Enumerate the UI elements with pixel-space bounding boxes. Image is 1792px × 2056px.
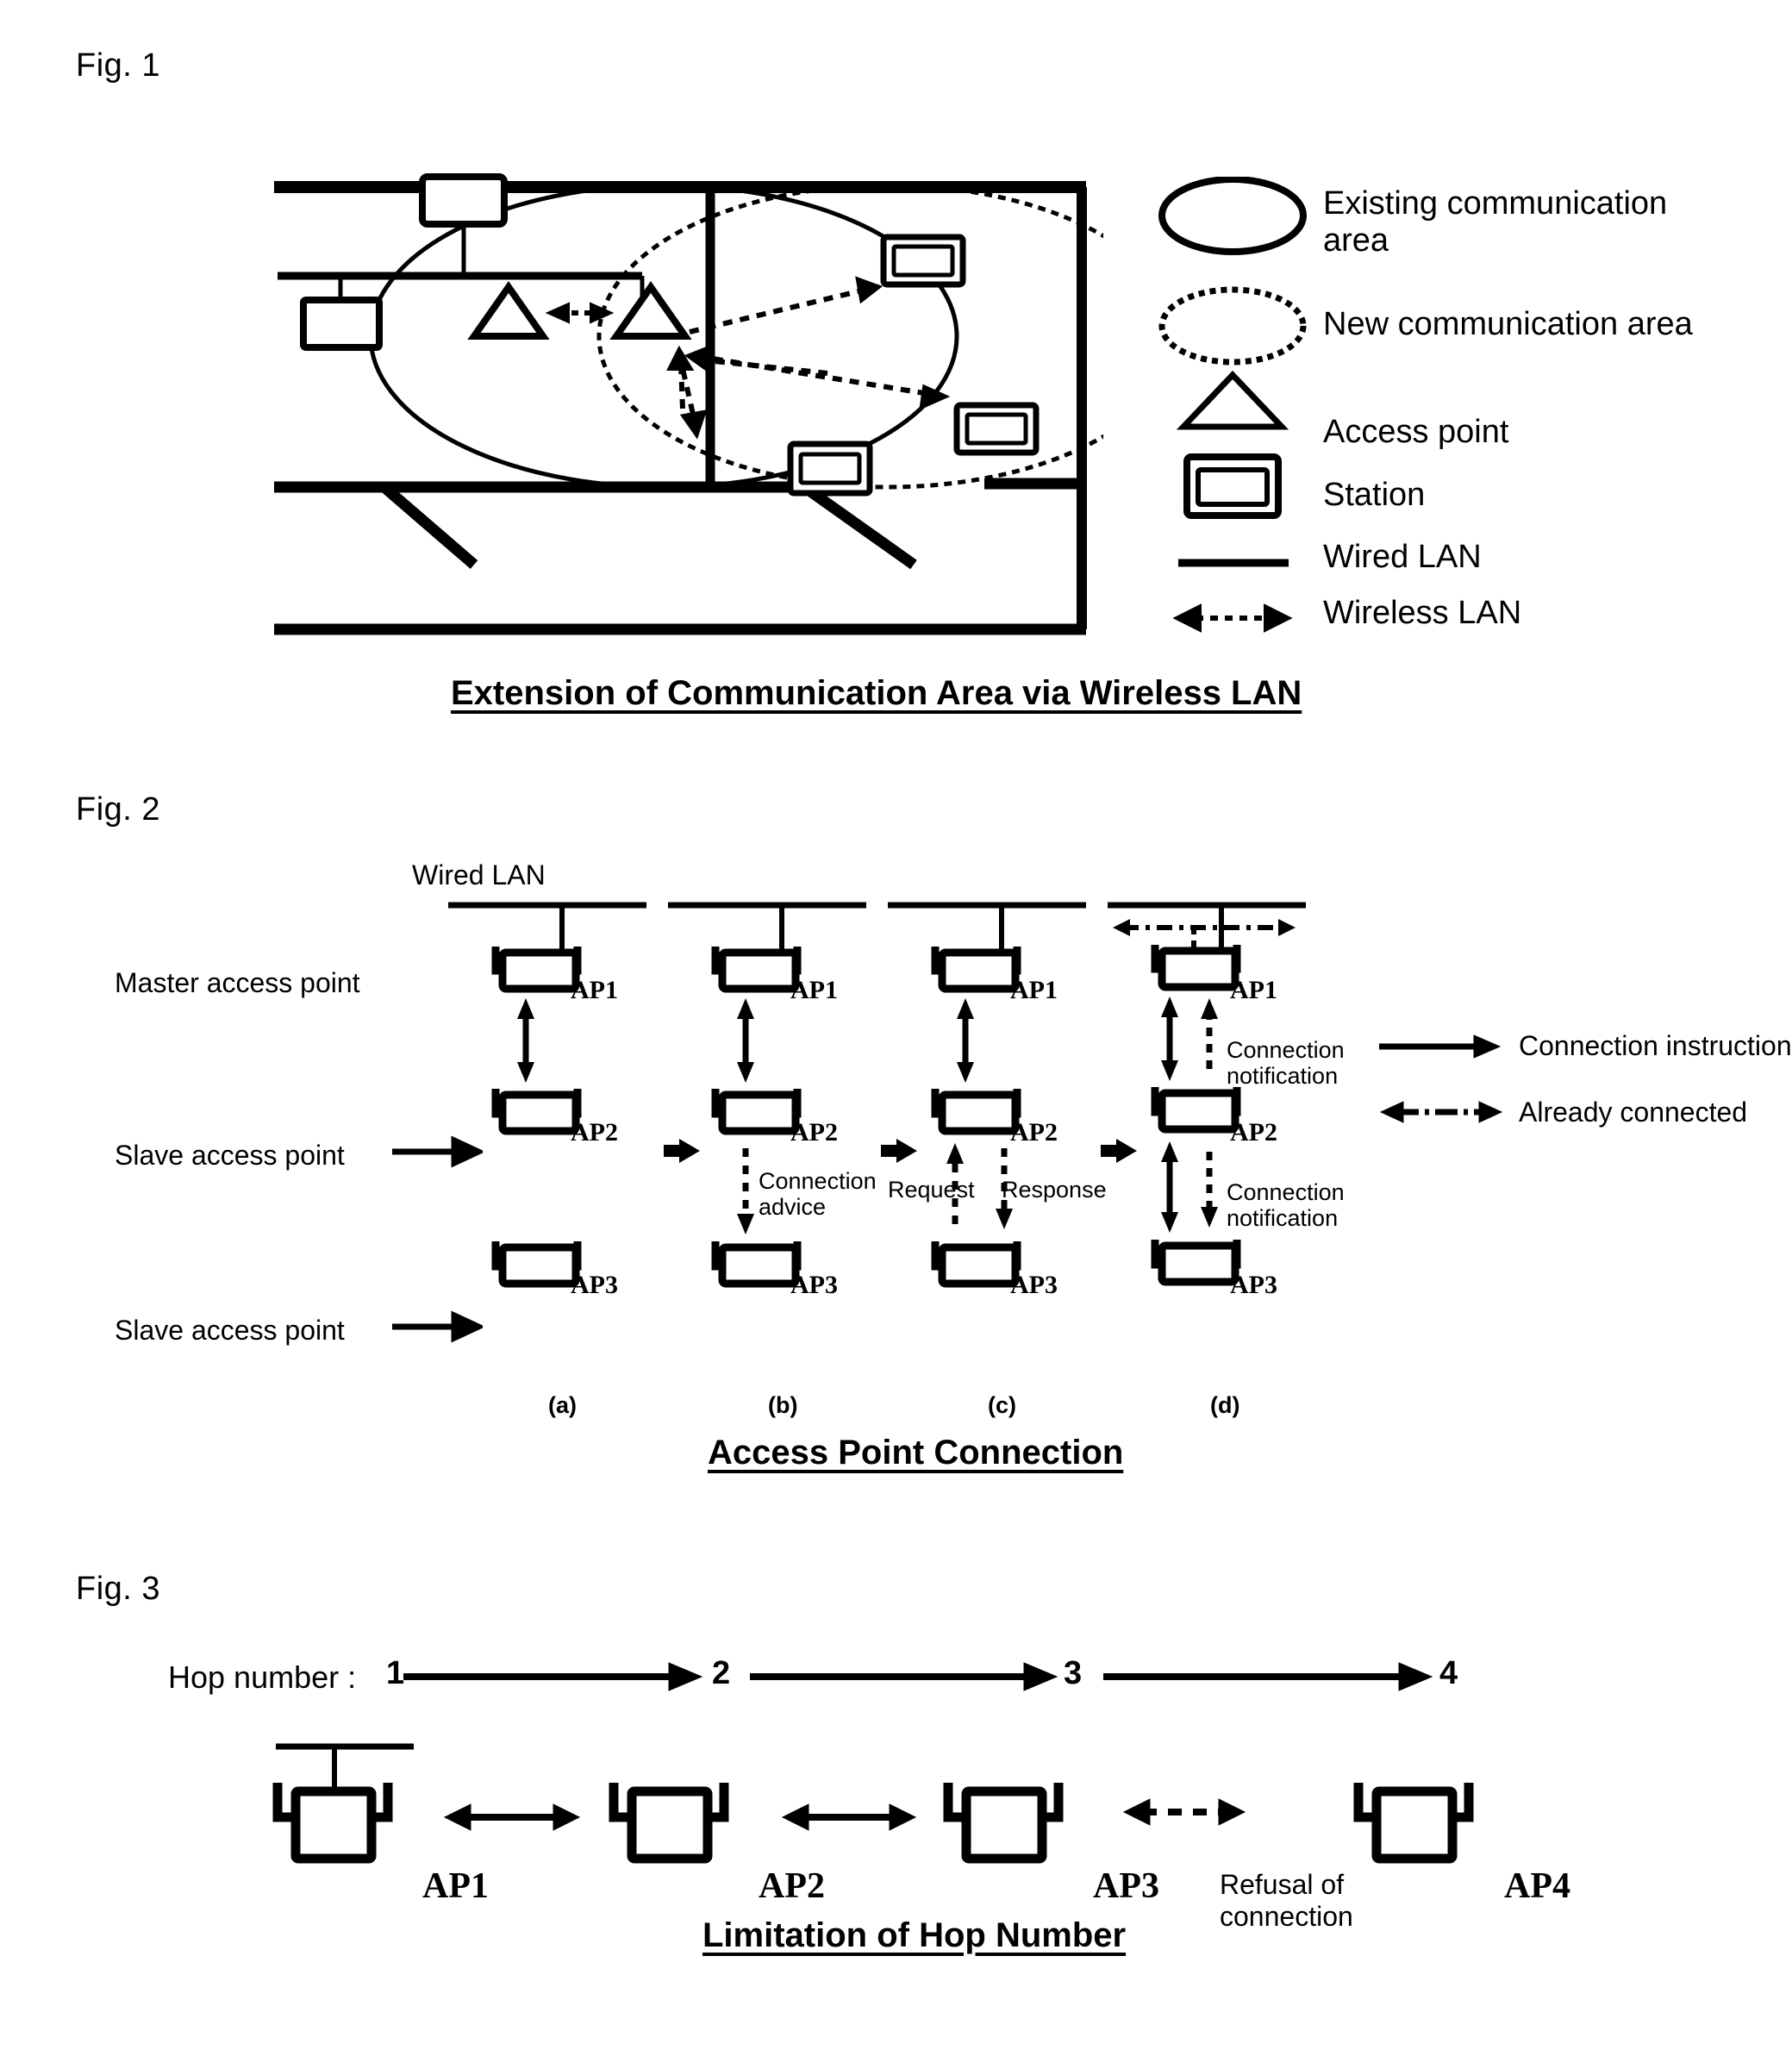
- figure-2-row-label-master: Master access point: [115, 967, 360, 998]
- figure-2-panel-b-letter: (b): [768, 1392, 798, 1418]
- dashdot-arrow-icon: [1379, 1101, 1503, 1123]
- dashed-double-arrow-icon: [1172, 603, 1293, 633]
- legend-item-station-label: Station: [1323, 477, 1426, 513]
- figure-2-panel-c-annotation-request: Request: [888, 1177, 975, 1203]
- legend-item-access-point-label: Access point: [1323, 414, 1509, 450]
- figure-1-floorplan: [259, 159, 1103, 677]
- figure-1-label: Fig. 1: [76, 47, 161, 84]
- figure-2-panel-c-annotation-response: Response: [1002, 1177, 1107, 1203]
- figure-3-node-ap2: AP2: [759, 1866, 825, 1906]
- figure-2-panel-d-letter: (d): [1210, 1392, 1240, 1418]
- figure-2-row-label-slave-2: Slave access point: [115, 1315, 345, 1346]
- figure-2-row-label-slave-1: Slave access point: [115, 1140, 345, 1171]
- figure-2-panel-b-node-ap3: AP3: [790, 1271, 838, 1299]
- legend-item-wired-lan-label: Wired LAN: [1323, 539, 1482, 575]
- triangle-icon: [1176, 370, 1289, 430]
- figure-2-panel-b-node-ap2: AP2: [790, 1118, 838, 1147]
- figure-3-hop-arrow-3: [1103, 1659, 1435, 1694]
- figure-3-node-ap1: AP1: [422, 1866, 489, 1906]
- figure-3-refusal-of-connection-label: Refusal of connection: [1220, 1869, 1353, 1932]
- figure-2-panel-a-letter: (a): [548, 1392, 577, 1418]
- figure-2-legend-connection-instruction-label: Connection instruction: [1519, 1030, 1792, 1061]
- figure-2-legend: [1379, 1028, 1508, 1140]
- figure-2-panel-c-node-ap1: AP1: [1010, 976, 1058, 1004]
- figure-3-hop-number-1: 1: [386, 1655, 405, 1691]
- figure-2-panel-a-node-ap1: AP1: [571, 976, 618, 1004]
- figure-2-panel-c-node-ap2: AP2: [1010, 1118, 1058, 1147]
- figure-2-label: Fig. 2: [76, 791, 161, 828]
- ellipse-dashed-icon: [1158, 286, 1307, 366]
- figure-2-panel-c-letter: (c): [988, 1392, 1016, 1418]
- figure-3-caption: Limitation of Hop Number: [702, 1916, 1127, 1954]
- figure-2-panel-d-annotation-connection-notification-1: Connection notification: [1227, 1037, 1345, 1090]
- figure-3-hop-number-3: 3: [1064, 1655, 1083, 1691]
- figure-3-hop-arrow-1: [403, 1659, 705, 1694]
- figure-2-legend-already-connected-label: Already connected: [1519, 1097, 1748, 1128]
- legend-item-existing-area-label: Existing communication area: [1323, 185, 1668, 259]
- figure-2-panel-d-node-ap2: AP2: [1230, 1118, 1277, 1147]
- figure-3-node-ap3: AP3: [1093, 1866, 1159, 1906]
- figure-2-panel-b-annotation-connection-advice: Connection advice: [759, 1168, 877, 1221]
- figure-1-caption: Extension of Communication Area via Wire…: [451, 674, 1302, 712]
- figure-3-hop-arrow-2: [750, 1659, 1060, 1694]
- figure-3-node-ap4: AP4: [1504, 1866, 1570, 1906]
- figure-3-ap-chain: [259, 1741, 1655, 1940]
- figure-2-caption: Access Point Connection: [708, 1434, 1124, 1472]
- solid-arrow-icon: [1379, 1034, 1502, 1059]
- legend-item-new-area-label: New communication area: [1323, 306, 1693, 342]
- ellipse-solid-icon: [1158, 177, 1307, 255]
- figure-3-hop-number-4: 4: [1439, 1655, 1458, 1691]
- figure-3-label: Fig. 3: [76, 1571, 161, 1607]
- figure-2-panel-d-node-ap3: AP3: [1230, 1271, 1277, 1299]
- figure-1-legend: [1151, 177, 1314, 634]
- figure-2-panel-d-node-ap1: AP1: [1230, 976, 1277, 1004]
- legend-item-wireless-lan-label: Wireless LAN: [1323, 595, 1522, 631]
- figure-2-panel-d-annotation-connection-notification-2: Connection notification: [1227, 1179, 1345, 1232]
- figure-2-panel-c-node-ap3: AP3: [1010, 1271, 1058, 1299]
- figure-2-panel-a-node-ap3: AP3: [571, 1271, 618, 1299]
- figure-2-panel-b-node-ap1: AP1: [790, 976, 838, 1004]
- figure-3-hop-number-prefix: Hop number :: [168, 1659, 357, 1695]
- figure-3-hop-number-2: 2: [712, 1655, 731, 1691]
- figure-2-panel-a-node-ap2: AP2: [571, 1118, 618, 1147]
